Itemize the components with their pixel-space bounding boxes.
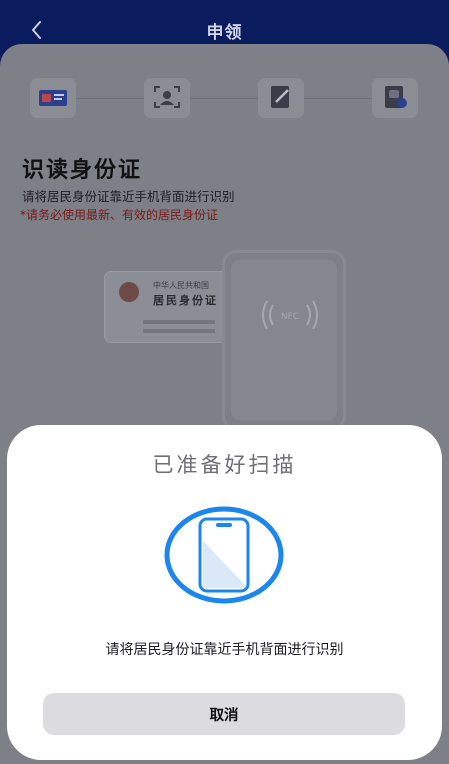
card-issuer-text: 中华人民共和国: [153, 281, 209, 290]
step-connector: [304, 98, 372, 99]
step-3: [258, 78, 304, 118]
id-card-icon: [39, 90, 67, 106]
phone-screen: NFC: [231, 259, 337, 421]
warning-text: *请务必使用最新、有效的居民身份证: [20, 208, 219, 222]
face-scan-icon: [154, 86, 180, 108]
document-sign-icon: [271, 86, 289, 108]
document-check-icon: [385, 86, 407, 108]
sheet-instruction: 请将居民身份证靠近手机背面进行识别: [105, 642, 344, 658]
step-2: [144, 78, 190, 118]
cancel-button[interactable]: 取消: [43, 693, 405, 735]
progress-steps: [30, 78, 420, 122]
instruction-text: 请将居民身份证靠近手机背面进行识别: [22, 189, 235, 204]
nfc-label: NFC: [281, 312, 299, 322]
phone-illustration: NFC: [222, 250, 346, 430]
sheet-title: 已准备好扫描: [152, 453, 297, 477]
national-emblem-icon: [119, 282, 139, 302]
phone-scan-icon: [164, 506, 284, 604]
card-line: [143, 329, 215, 333]
nfc-icon: NFC: [262, 300, 318, 330]
card-type-text: 居民身份证: [153, 294, 218, 307]
step-connector: [190, 98, 258, 99]
step-1: [30, 78, 76, 118]
card-line: [143, 320, 215, 324]
scan-bottom-sheet: 已准备好扫描 请将居民身份证靠近手机背面进行识别 取消: [7, 425, 442, 760]
step-4: [372, 78, 418, 118]
page-heading: 识读身份证: [22, 158, 143, 183]
page-title: 申领: [206, 23, 243, 43]
